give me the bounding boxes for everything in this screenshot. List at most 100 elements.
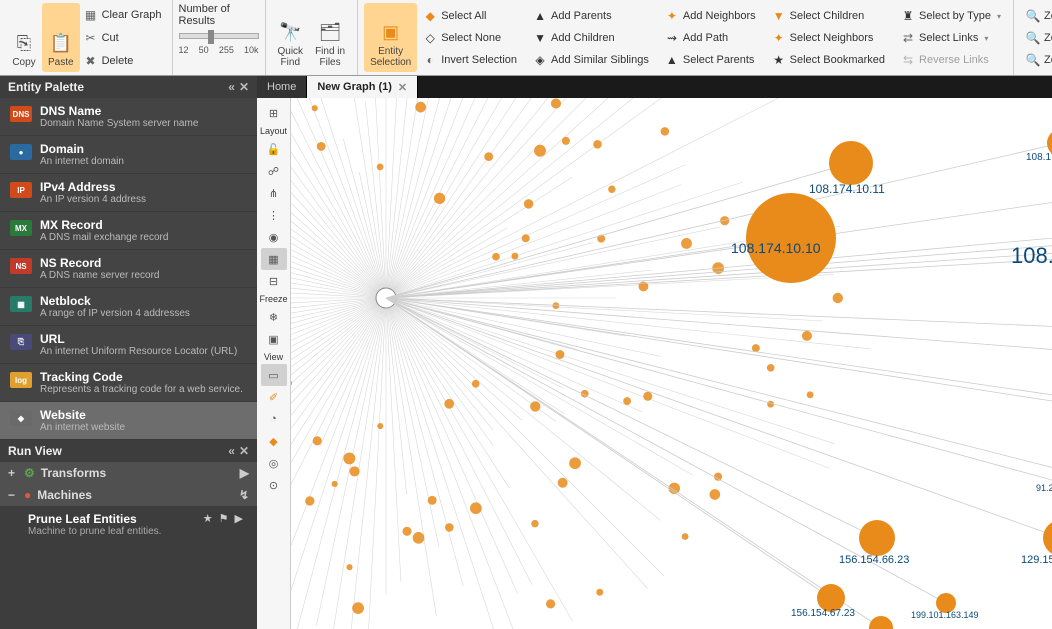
chevron-down-icon: ▾	[984, 34, 988, 43]
rail-lock-button[interactable]: 🔓	[261, 138, 287, 160]
collapse-icon: −	[8, 488, 18, 502]
tick-10k: 10k	[244, 45, 259, 55]
select-parents-button[interactable]: ▲Select Parents	[663, 49, 758, 71]
entity-item-domain[interactable]: ● Domain An internet domain	[0, 136, 257, 174]
cut-button[interactable]: ✂ Cut	[80, 29, 166, 47]
select-all-button[interactable]: ◆Select All	[421, 5, 519, 27]
tab-close-icon[interactable]: ✕	[398, 81, 407, 94]
entity-item-ipv4-address[interactable]: IP IPv4 Address An IP version 4 address	[0, 174, 257, 212]
graph-node[interactable]	[829, 141, 873, 185]
delete-button[interactable]: ✖ Delete	[80, 52, 166, 70]
tab-active-label: New Graph (1)	[317, 81, 392, 93]
machine-item-desc: Machine to prune leaf entities.	[28, 526, 203, 537]
rail-view6-button[interactable]: ⊙	[261, 474, 287, 496]
entity-item-netblock[interactable]: ▦ Netblock A range of IP version 4 addre…	[0, 288, 257, 326]
reverse-links-button[interactable]: ⇆Reverse Links	[899, 49, 1003, 71]
rail-layout4-button[interactable]: ◉	[261, 226, 287, 248]
entity-item-dns-name[interactable]: DNS DNS Name Domain Name System server n…	[0, 98, 257, 136]
select-neighbors-icon: ✦	[772, 31, 786, 45]
binoculars-icon: 🔭	[278, 20, 302, 44]
machine-item[interactable]: Prune Leaf Entities Machine to prune lea…	[0, 506, 257, 543]
play-icon[interactable]: ▶	[235, 512, 243, 525]
entity-badge: ◆	[10, 410, 32, 426]
results-slider[interactable]	[179, 33, 259, 39]
select-neighbors-button[interactable]: ✦Select Neighbors	[770, 27, 887, 49]
graph-node[interactable]	[859, 520, 895, 556]
rail-layout1-button[interactable]: ☍	[261, 160, 287, 182]
tab-new-graph[interactable]: New Graph (1) ✕	[307, 76, 418, 98]
tick-50: 50	[199, 45, 209, 55]
add-path-label: Add Path	[683, 32, 728, 44]
collapse-icon[interactable]: «	[228, 444, 235, 458]
rail-unfreeze-button[interactable]: ▣	[261, 328, 287, 350]
run-icon[interactable]: ▶	[240, 466, 249, 480]
rail-view5-button[interactable]: ◎	[261, 452, 287, 474]
run-view-title: Run View	[8, 444, 62, 458]
entity-item-url[interactable]: ⎘ URL An internet Uniform Resource Locat…	[0, 326, 257, 364]
add-parents-button[interactable]: ▲Add Parents	[531, 5, 651, 27]
flag-icon[interactable]: ⚑	[219, 512, 229, 525]
entity-item-ns-record[interactable]: NS NS Record A DNS name server record	[0, 250, 257, 288]
add-children-button[interactable]: ▼Add Children	[531, 27, 651, 49]
invert-selection-button[interactable]: ◐Invert Selection	[421, 49, 519, 71]
rail-expand-button[interactable]: ⊞	[261, 102, 287, 124]
close-icon[interactable]: ✕	[239, 80, 249, 94]
entity-item-mx-record[interactable]: MX MX Record A DNS mail exchange record	[0, 212, 257, 250]
entity-desc: A DNS name server record	[40, 270, 160, 281]
slider-thumb[interactable]	[208, 30, 214, 44]
add-path-button[interactable]: ⇝Add Path	[663, 27, 758, 49]
entity-list: DNS DNS Name Domain Name System server n…	[0, 98, 257, 440]
tab-home[interactable]: Home	[257, 76, 307, 98]
rail-view2-button[interactable]: ✐	[261, 386, 287, 408]
entity-item-website[interactable]: ◆ Website An internet website	[0, 402, 257, 440]
entity-badge: IP	[10, 182, 32, 198]
add-similar-siblings-button[interactable]: ◈Add Similar Siblings	[531, 49, 651, 71]
star-icon[interactable]: ★	[203, 512, 213, 525]
rail-view-label: View	[264, 352, 283, 362]
select-links-button[interactable]: ⇄Select Links▾	[899, 27, 1003, 49]
rail-freeze-button[interactable]: ❄	[261, 306, 287, 328]
entity-name: URL	[40, 332, 237, 346]
clear-graph-label: Clear Graph	[102, 9, 162, 21]
zoom-to-button[interactable]: 🔍Zoom to▾	[1024, 49, 1052, 71]
graph-node[interactable]	[746, 193, 836, 283]
entity-badge: ▦	[10, 296, 32, 312]
machines-row[interactable]: − ● Machines ↯	[0, 484, 257, 506]
zoom-100-button[interactable]: 🔍Zoom 100%	[1024, 27, 1052, 49]
select-none-button[interactable]: ◇Select None	[421, 27, 519, 49]
quick-find-button[interactable]: 🔭 Quick Find	[272, 3, 310, 72]
entity-item-tracking-code[interactable]: log Tracking Code Represents a tracking …	[0, 364, 257, 402]
rail-view4-button[interactable]: ◆	[261, 430, 287, 452]
select-children-button[interactable]: ▼Select Children	[770, 5, 887, 27]
rail-view3-button[interactable]: ◔	[261, 408, 287, 430]
entity-selection-button[interactable]: ▣ Entity Selection	[364, 3, 417, 72]
clear-graph-icon: ▦	[84, 8, 98, 22]
select-bookmarked-label: Select Bookmarked	[790, 54, 885, 66]
rail-layout6-button[interactable]: ⊟	[261, 270, 287, 292]
rail-view1-button[interactable]: ▭	[261, 364, 287, 386]
clear-graph-button[interactable]: ▦ Clear Graph	[80, 6, 166, 24]
select-by-type-button[interactable]: ♜Select by Type▾	[899, 5, 1003, 27]
copy-button[interactable]: ⎘ Copy	[6, 3, 42, 72]
canvas-area: Home New Graph (1) ✕ ⊞ Layout 🔓 ☍ ⋔ ⋮ ◉ …	[257, 76, 1052, 629]
entity-desc: Domain Name System server name	[40, 118, 198, 129]
select-bookmarked-button[interactable]: ★Select Bookmarked	[770, 49, 887, 71]
rail-layout5-button[interactable]: ▦	[261, 248, 287, 270]
rail-layout2-button[interactable]: ⋔	[261, 182, 287, 204]
find-in-files-button[interactable]: 🗂 Find in Files	[309, 3, 351, 72]
zoom-to-fit-button[interactable]: 🔍Zoom to Fit	[1024, 5, 1052, 27]
graph-node[interactable]	[869, 616, 893, 629]
graph-canvas[interactable]: 108.174.10.10108.174.10.11108.174.2.1301…	[291, 98, 1052, 629]
add-neighbors-button[interactable]: ✦Add Neighbors	[663, 5, 758, 27]
menu-icon[interactable]: ↯	[239, 488, 249, 502]
graph-node[interactable]	[1043, 520, 1052, 556]
close-icon[interactable]: ✕	[239, 444, 249, 458]
entity-desc: A DNS mail exchange record	[40, 232, 168, 243]
paste-button[interactable]: 📋 Paste	[42, 3, 80, 72]
collapse-icon[interactable]: «	[228, 80, 235, 94]
rail-layout3-button[interactable]: ⋮	[261, 204, 287, 226]
select-parents-icon: ▲	[665, 53, 679, 67]
tab-home-label: Home	[267, 81, 296, 93]
transforms-row[interactable]: + ⚙ Transforms ▶	[0, 462, 257, 484]
entity-desc: Represents a tracking code for a web ser…	[40, 384, 243, 395]
